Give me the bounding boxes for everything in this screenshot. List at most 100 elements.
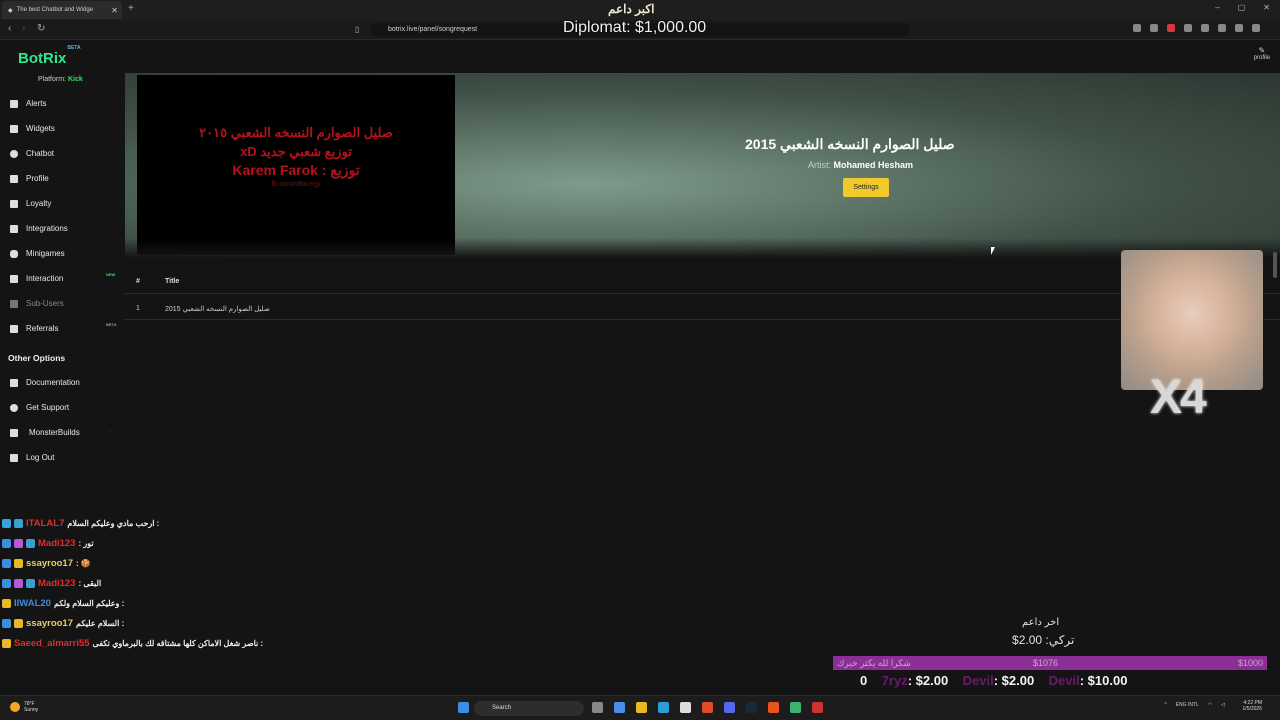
sidebar-item-interaction[interactable]: Interaction [10, 274, 63, 283]
chat-badge-icon [2, 639, 11, 648]
steam-icon[interactable] [746, 702, 757, 713]
chat-message: Saeed_almarri55 ناصر شغل الاماكن كلها مش… [2, 638, 263, 649]
sidebar-item-widgets[interactable]: Widgets [10, 124, 55, 133]
weather-widget[interactable]: 78°F Sunny [10, 701, 38, 713]
settings-button[interactable]: Settings [843, 178, 889, 197]
goal-text: شكرا لله يكثر خيرك [837, 658, 911, 668]
sidebar-item-chatbot[interactable]: Chatbot [10, 149, 54, 158]
app-icon[interactable] [790, 702, 801, 713]
bell-icon [10, 99, 18, 108]
chat-badge-icon [26, 579, 35, 588]
profile-label: profile [1253, 55, 1270, 61]
brave-icon[interactable] [702, 702, 713, 713]
close-window-button[interactable]: ✕ [1263, 3, 1270, 12]
extension-icon[interactable] [1133, 24, 1141, 32]
chat-message: Madi123 : تور [2, 538, 94, 549]
brave-shield-icon[interactable] [1167, 24, 1175, 32]
chat-badge-icon [2, 579, 11, 588]
top-donors-list: 0 7ryz: $2.00 Devil: $2.00 Devil: $10.00 [860, 673, 1142, 688]
scrollbar[interactable] [1273, 252, 1277, 278]
sidebar: BotRixBETA Platform: Kick Alerts Widgets… [0, 40, 125, 695]
doc-icon [10, 378, 18, 387]
column-header-title: Title [165, 278, 180, 285]
platform-value: Kick [67, 76, 83, 83]
extension-icon[interactable] [1184, 24, 1192, 32]
app-icon[interactable] [812, 702, 823, 713]
sidebar-item-log-out[interactable]: Log Out [10, 453, 54, 462]
chat-text: : البقى [78, 579, 102, 588]
menu-icon[interactable] [1252, 24, 1260, 32]
song-title: صليل الصوارم النسخه الشعبي 2015 [745, 136, 955, 152]
sidebar-item-loyalty[interactable]: Loyalty [10, 199, 51, 208]
chat-icon [10, 149, 18, 158]
last-donor-label: اخر داعم [1022, 617, 1060, 628]
app-container: BotRixBETA Platform: Kick Alerts Widgets… [0, 40, 1280, 695]
chat-text: : 🍪 [76, 559, 91, 568]
reload-icon[interactable]: ↻ [37, 23, 45, 34]
help-icon [10, 403, 18, 412]
extensions-toolbar [1133, 24, 1260, 32]
chevron-up-icon[interactable]: ^ [1164, 702, 1166, 708]
sidebar-item-referrals[interactable]: Referrals [10, 324, 58, 333]
copilot-icon[interactable] [614, 702, 625, 713]
back-icon[interactable]: ‹ [8, 23, 11, 34]
monitor-icon [10, 428, 18, 437]
chat-badge-icon [14, 559, 23, 568]
task-view-icon[interactable] [592, 702, 603, 713]
row-title[interactable]: صليل الصوارم النسخه الشعبي 2015 [165, 305, 270, 313]
sidebar-item-sub-users[interactable]: Sub-Users [10, 299, 64, 308]
app-icon[interactable] [768, 702, 779, 713]
tray-language[interactable]: ENG INTL [1176, 702, 1199, 708]
extension-icon[interactable] [1201, 24, 1209, 32]
plug-icon [10, 224, 18, 233]
top-donor-value [867, 673, 881, 688]
volume-icon[interactable]: ◁ [1221, 702, 1225, 708]
top-donor-label: اكبر داعم [608, 2, 655, 16]
now-playing-banner: صليل الصوارم النسخه الشعبي ٢٠١٥ توزيع شع… [125, 73, 1280, 258]
sidebar-item-profile[interactable]: Profile [10, 174, 49, 183]
sidebar-item-minigames[interactable]: Minigames [10, 249, 65, 258]
chat-text: السلام عليكم : [76, 619, 125, 628]
sidebar-item-alerts[interactable]: Alerts [10, 99, 46, 108]
referral-icon [10, 324, 18, 333]
sidebar-item-monsterbuilds[interactable]: MonsterBuilds [10, 428, 80, 437]
discord-icon[interactable] [724, 702, 735, 713]
interaction-icon [10, 274, 18, 283]
chat-badge-icon [14, 619, 23, 628]
browser-tab[interactable]: ◆ The best Chatbot and Widge ✕ [2, 1, 122, 19]
store-icon[interactable] [680, 702, 691, 713]
taskbar-search[interactable]: Search [474, 701, 584, 716]
bookmark-icon[interactable]: ▯ [355, 25, 359, 34]
new-tab-button[interactable]: + [128, 3, 134, 14]
chat-text: ناصر شغل الاماكن كلها مشتاقه لك بالبرماو… [92, 639, 264, 648]
top-donor-name: Devil [962, 673, 994, 688]
wifi-icon[interactable]: ◠ [1208, 702, 1212, 708]
logo[interactable]: BotRixBETA [18, 45, 81, 67]
extension-icon[interactable] [1235, 24, 1243, 32]
chat-message: Madi123 : البقى [2, 578, 101, 589]
sidebar-item-integrations[interactable]: Integrations [10, 224, 68, 233]
tab-favicon-icon: ◆ [8, 7, 13, 14]
last-donor-amount: تركي: 2.00$ [1012, 633, 1075, 647]
close-tab-icon[interactable]: ✕ [111, 6, 118, 15]
clock[interactable]: 4:22 PM 1/5/2026 [1243, 700, 1262, 712]
new-badge: NEW [106, 272, 116, 277]
user-icon [10, 174, 18, 183]
chat-badge-icon [2, 599, 11, 608]
forward-icon[interactable]: › [22, 23, 25, 34]
chat-message: ssayroo17 : 🍪 [2, 558, 91, 569]
sun-icon [10, 702, 20, 712]
column-header-number: # [136, 278, 140, 285]
windows-start-icon[interactable] [458, 702, 469, 713]
extension-icon[interactable] [1150, 24, 1158, 32]
profile-button[interactable]: ✎ profile [1254, 46, 1270, 61]
file-explorer-icon[interactable] [636, 702, 647, 713]
edge-icon[interactable] [658, 702, 669, 713]
minimize-button[interactable]: – [1215, 3, 1219, 12]
maximize-button[interactable]: ▢ [1238, 3, 1246, 12]
extension-icon[interactable] [1218, 24, 1226, 32]
sidebar-item-get-support[interactable]: Get Support [10, 403, 69, 412]
sidebar-item-documentation[interactable]: Documentation [10, 378, 80, 387]
video-player[interactable]: صليل الصوارم النسخه الشعبي ٢٠١٥ توزيع شع… [137, 75, 455, 255]
chat-username: ssayroo17 [26, 558, 74, 569]
